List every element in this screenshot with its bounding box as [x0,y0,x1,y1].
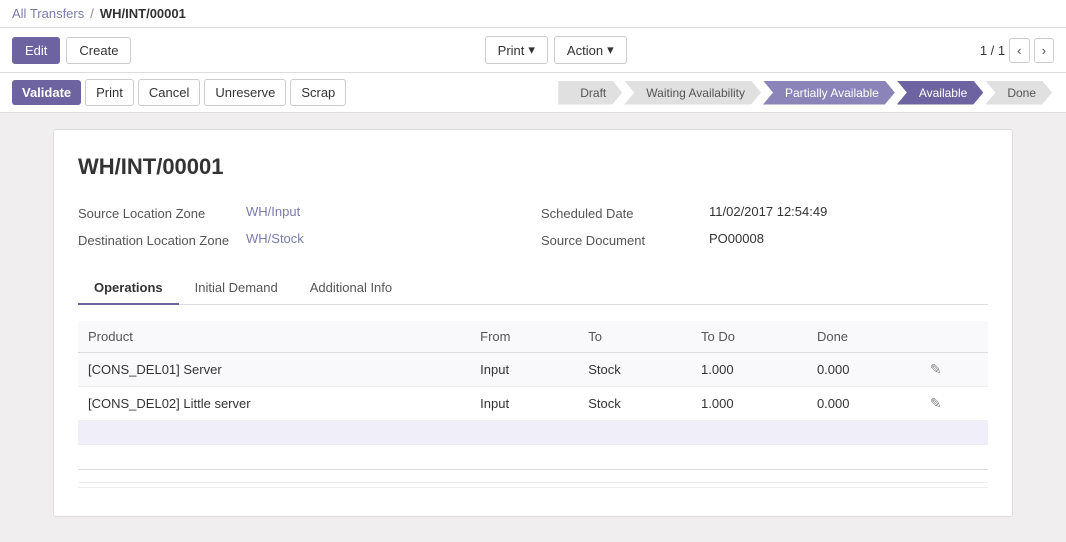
validate-button[interactable]: Validate [12,80,81,105]
print-dropdown-arrow: ▾ [528,42,535,58]
cell-done: 0.000 [807,387,920,421]
cell-done: 0.000 [807,353,920,387]
pipeline-step-waiting-availability[interactable]: Waiting Availability [624,81,761,105]
cell-from: Input [470,353,578,387]
operations-table: ProductFromToTo DoDone[CONS_DEL01] Serve… [78,321,988,445]
cell-product: [CONS_DEL02] Little server [78,387,470,421]
table-row: [CONS_DEL01] ServerInputStock1.0000.000 ✎ [78,353,988,387]
page-next-button[interactable]: › [1034,38,1054,63]
status-bar: Validate Print Cancel Unreserve Scrap Dr… [0,73,1066,113]
bottom-dividers [78,469,988,488]
breadcrumb: All Transfers / WH/INT/00001 [0,0,1066,28]
col-header: Product [78,321,470,353]
edit-icon[interactable]: ✎ [930,361,942,377]
print-label: Print [498,43,525,58]
breadcrumb-parent[interactable]: All Transfers [12,6,84,21]
cell-to: Stock [578,353,691,387]
action-bar: Edit Create Print ▾ Action ▾ 1 / 1 ‹ › [0,28,1066,73]
scheduled-date-label: Scheduled Date [541,204,701,221]
print-button[interactable]: Print ▾ [485,36,548,64]
col-header: To Do [691,321,807,353]
cell-todo: 1.000 [691,387,807,421]
tab-additional-info[interactable]: Additional Info [294,272,408,305]
source-location-label: Source Location Zone [78,204,238,221]
fields-grid: Source Location Zone WH/Input Destinatio… [78,204,988,248]
page-prev-button[interactable]: ‹ [1009,38,1029,63]
source-document-label: Source Document [541,231,701,248]
tabs: OperationsInitial DemandAdditional Info [78,272,988,305]
source-document-value: PO00008 [709,231,764,246]
print-action-button[interactable]: Print [85,79,134,106]
pipeline-step-done[interactable]: Done [985,81,1052,105]
destination-location-row: Destination Location Zone WH/Stock [78,231,525,248]
main-content: WH/INT/00001 Source Location Zone WH/Inp… [0,113,1066,533]
tab-initial-demand[interactable]: Initial Demand [179,272,294,305]
edit-icon[interactable]: ✎ [930,395,942,411]
pipeline-step-draft[interactable]: Draft [558,81,622,105]
right-fields: Scheduled Date 11/02/2017 12:54:49 Sourc… [541,204,988,248]
add-item-row[interactable] [78,421,988,445]
action-button[interactable]: Action ▾ [554,36,627,64]
table-row: [CONS_DEL02] Little serverInputStock1.00… [78,387,988,421]
scheduled-date-row: Scheduled Date 11/02/2017 12:54:49 [541,204,988,221]
destination-location-label: Destination Location Zone [78,231,238,248]
cell-to: Stock [578,387,691,421]
cell-from: Input [470,387,578,421]
page-indicator: 1 / 1 [980,43,1005,58]
scheduled-date-value: 11/02/2017 12:54:49 [709,204,827,219]
action-label: Action [567,43,603,58]
left-fields: Source Location Zone WH/Input Destinatio… [78,204,525,248]
pipeline-step-partially-available[interactable]: Partially Available [763,81,895,105]
cell-edit[interactable]: ✎ [920,353,988,387]
breadcrumb-separator: / [90,6,94,21]
document-title: WH/INT/00001 [78,154,988,180]
source-location-row: Source Location Zone WH/Input [78,204,525,221]
breadcrumb-current: WH/INT/00001 [100,6,186,21]
source-location-value[interactable]: WH/Input [246,204,300,219]
create-button[interactable]: Create [66,37,131,64]
tab-operations[interactable]: Operations [78,272,179,305]
cell-edit[interactable]: ✎ [920,387,988,421]
pagination: 1 / 1 ‹ › [980,38,1054,63]
action-dropdown-arrow: ▾ [607,42,614,58]
col-header: From [470,321,578,353]
cell-todo: 1.000 [691,353,807,387]
source-document-row: Source Document PO00008 [541,231,988,248]
cancel-button[interactable]: Cancel [138,79,200,106]
unreserve-button[interactable]: Unreserve [204,79,286,106]
edit-button[interactable]: Edit [12,37,60,64]
col-header [920,321,988,353]
scrap-button[interactable]: Scrap [290,79,346,106]
destination-location-value[interactable]: WH/Stock [246,231,304,246]
document-card: WH/INT/00001 Source Location Zone WH/Inp… [53,129,1013,517]
cell-product: [CONS_DEL01] Server [78,353,470,387]
pipeline: DraftWaiting AvailabilityPartially Avail… [558,81,1054,105]
add-item-cell [78,421,988,445]
pipeline-step-available[interactable]: Available [897,81,983,105]
col-header: Done [807,321,920,353]
col-header: To [578,321,691,353]
